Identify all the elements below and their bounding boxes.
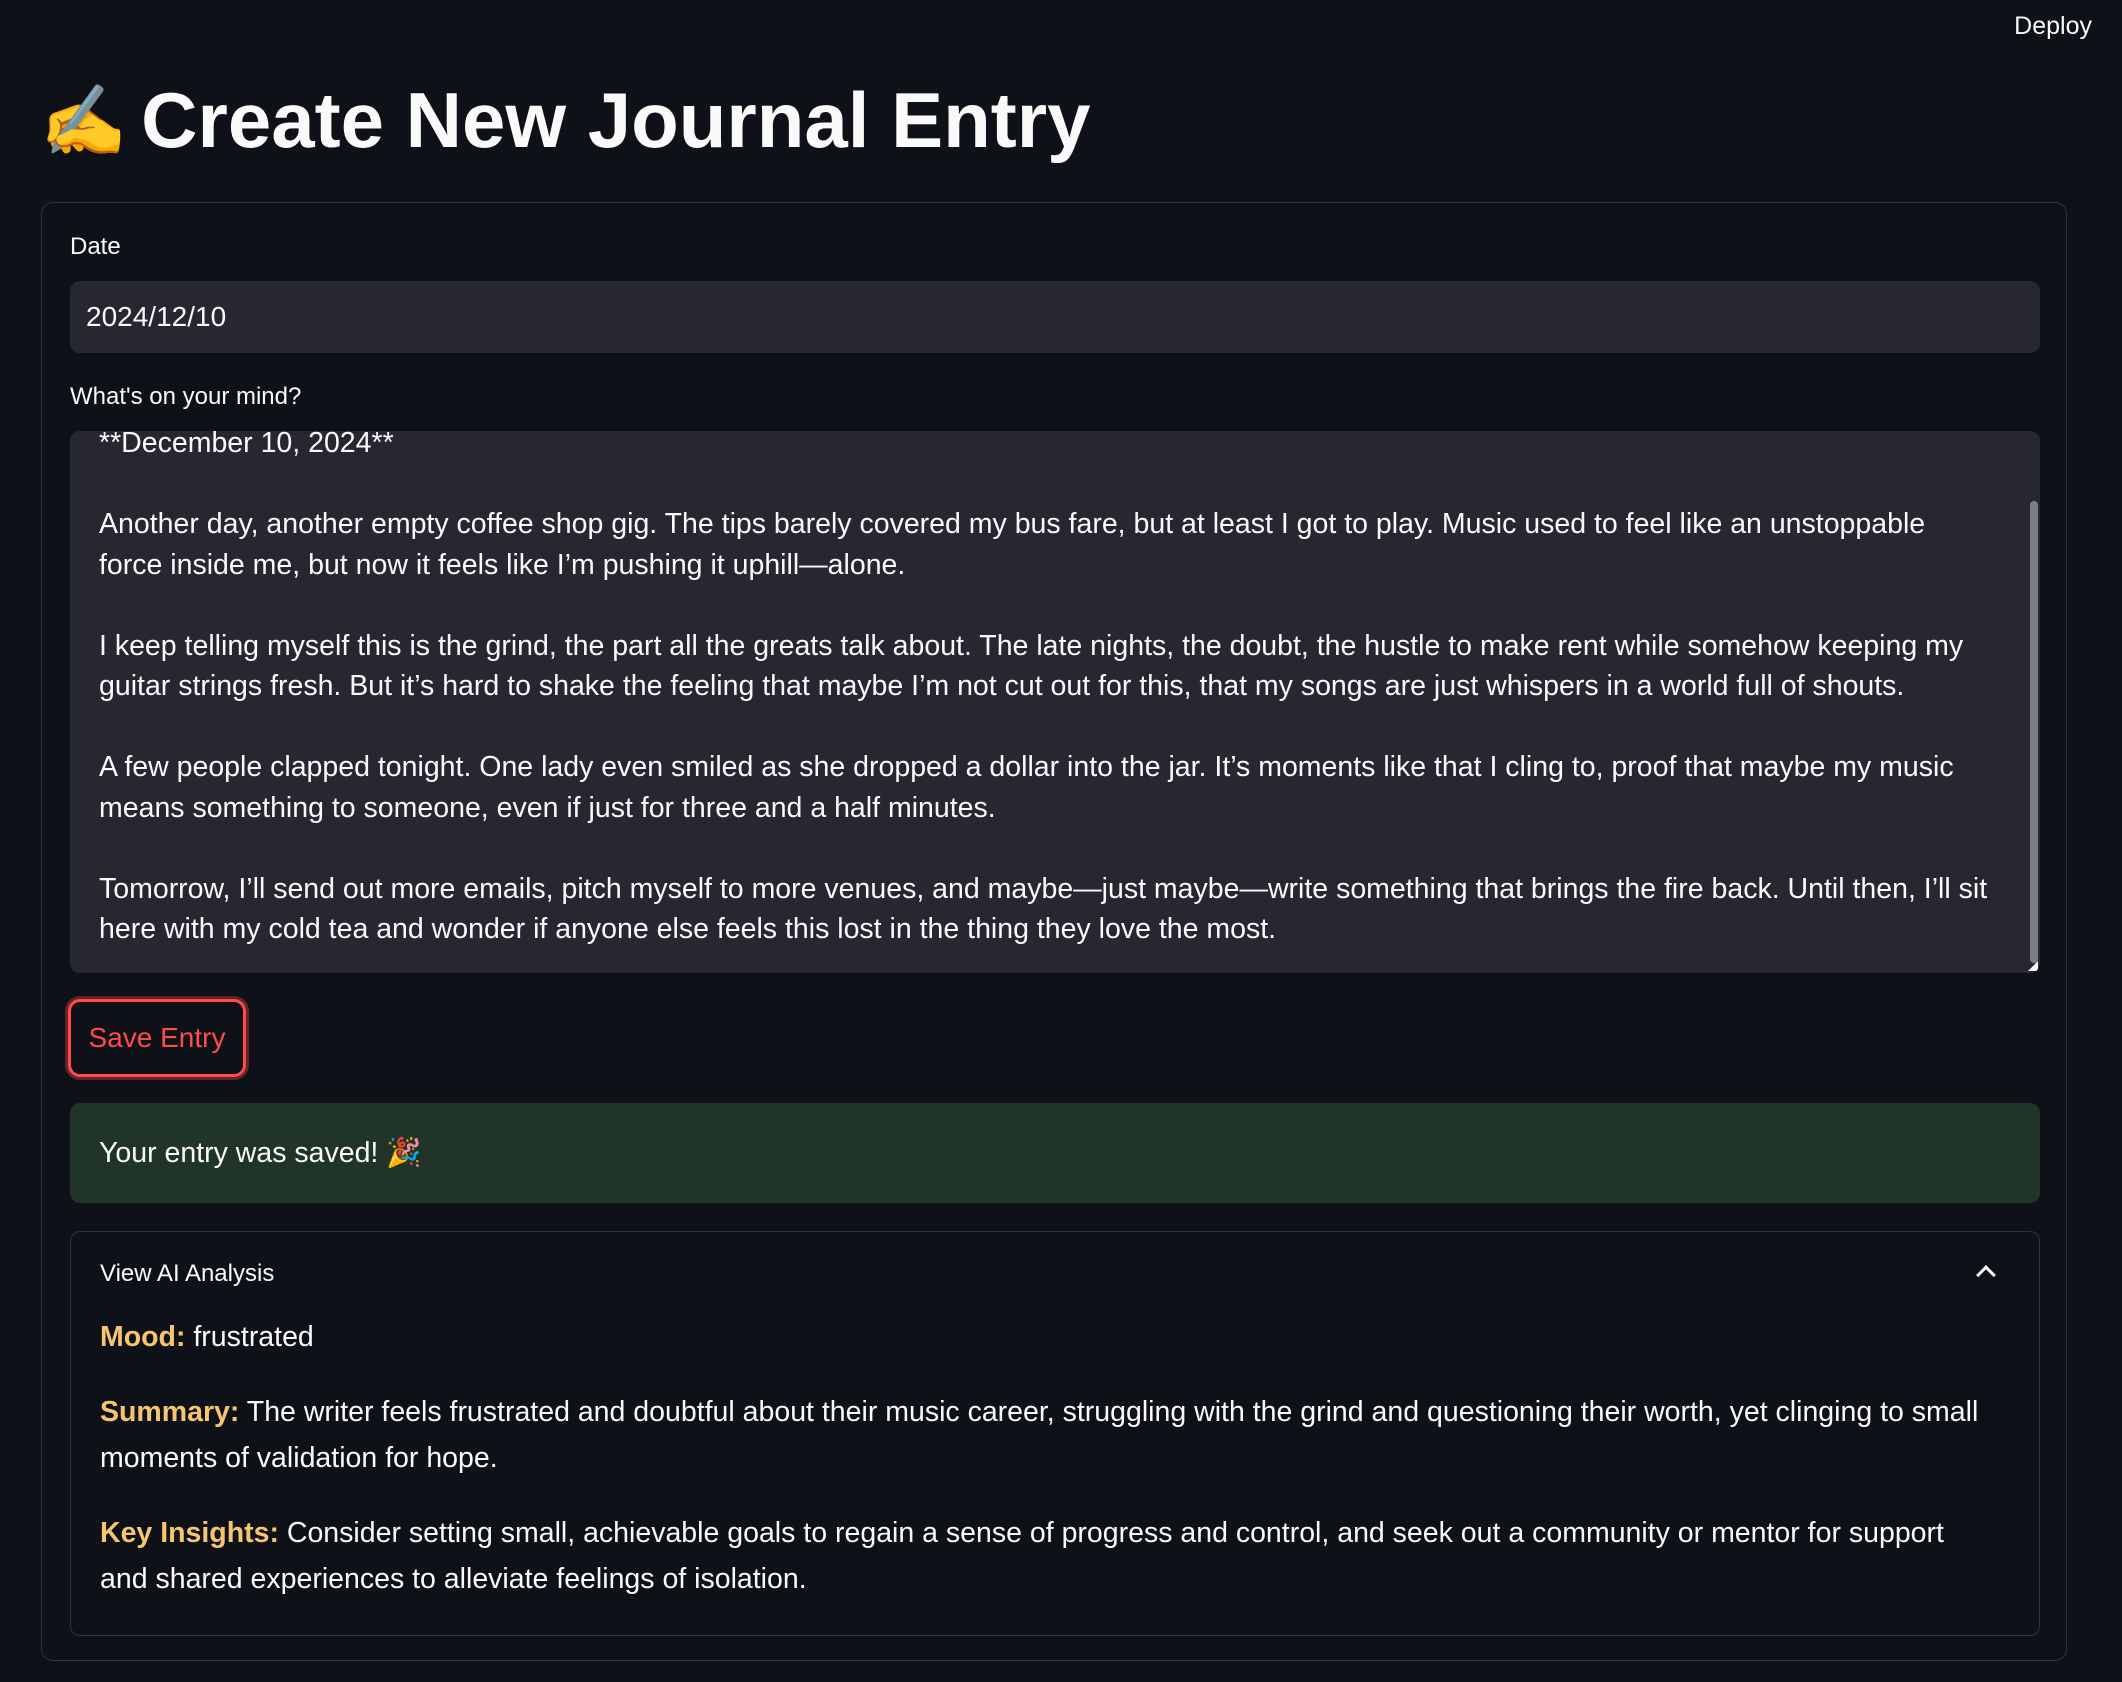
writing-hand-icon: ✍️: [40, 81, 128, 160]
summary-label: Summary:: [100, 1396, 240, 1428]
date-input[interactable]: [70, 281, 2040, 353]
insights-label: Key Insights:: [100, 1517, 279, 1549]
mood-value: frustrated: [193, 1321, 314, 1353]
entry-textarea[interactable]: **December 10, 2024** Another day, anoth…: [70, 431, 2040, 973]
party-popper-icon: 🎉: [386, 1137, 422, 1169]
journal-form: Date What's on your mind? **December 10,…: [41, 202, 2067, 1661]
resize-handle-icon[interactable]: [2028, 961, 2038, 971]
insights-row: Key Insights: Consider setting small, ac…: [100, 1510, 1979, 1602]
success-message: Your entry was saved!: [99, 1136, 379, 1169]
page-title-text: Create New Journal Entry: [141, 76, 1091, 164]
ai-analysis-expander: View AI Analysis Mood: frustrated Summar…: [70, 1231, 2040, 1636]
summary-row: Summary: The writer feels frustrated and…: [100, 1389, 1979, 1481]
page-title: ✍️ Create New Journal Entry: [40, 76, 1091, 164]
mood-label: Mood:: [100, 1321, 186, 1353]
top-bar: Deploy: [0, 0, 2122, 60]
textarea-scrollbar[interactable]: [2030, 501, 2038, 963]
expander-title: View AI Analysis: [100, 1260, 275, 1287]
entry-text[interactable]: **December 10, 2024** Another day, anoth…: [99, 431, 1990, 950]
success-alert: Your entry was saved! 🎉: [70, 1103, 2040, 1203]
save-entry-button[interactable]: Save Entry: [68, 999, 246, 1077]
date-label: Date: [70, 233, 121, 260]
insights-value: Consider setting small, achievable goals…: [100, 1517, 1944, 1595]
deploy-button[interactable]: Deploy: [2004, 6, 2102, 47]
entry-label: What's on your mind?: [70, 383, 302, 410]
chevron-up-icon[interactable]: [1976, 1265, 1996, 1285]
summary-value: The writer feels frustrated and doubtful…: [100, 1396, 1979, 1474]
mood-row: Mood: frustrated: [100, 1314, 1979, 1360]
expander-header[interactable]: View AI Analysis: [71, 1232, 2039, 1316]
